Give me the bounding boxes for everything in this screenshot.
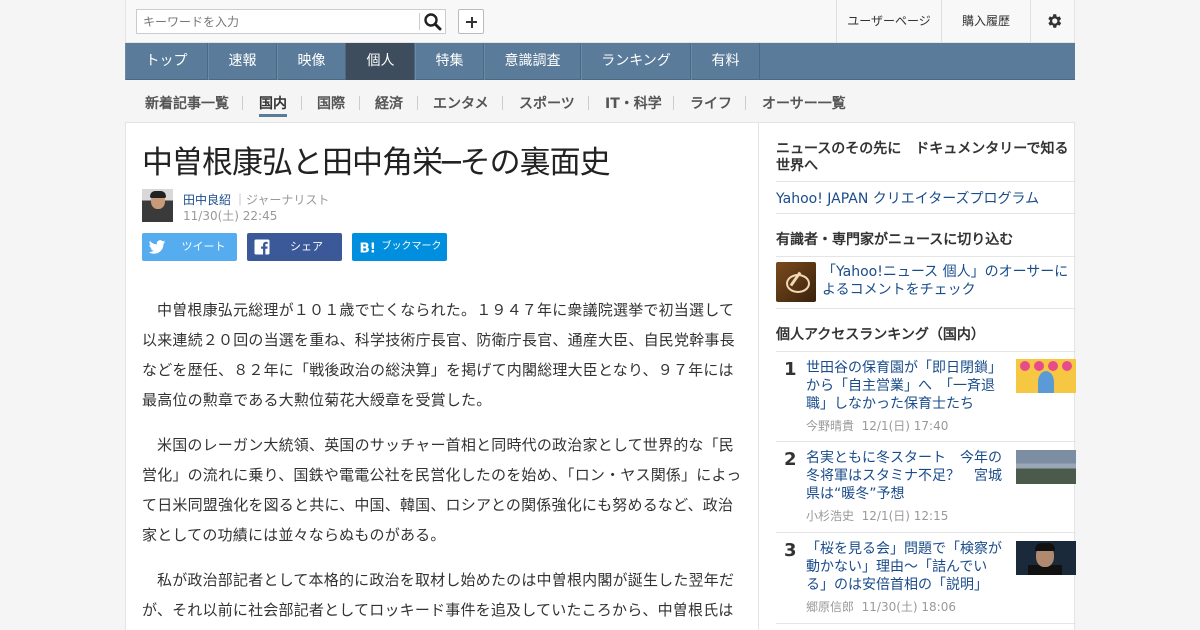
rank-number: 2	[784, 449, 797, 470]
subnav-divider	[301, 96, 302, 110]
add-button[interactable]	[458, 9, 484, 34]
author-name-link[interactable]: 田中良紹	[183, 191, 231, 208]
nav-tab-feature[interactable]: 特集	[415, 43, 484, 80]
experts-heading: 有識者・専門家がニュースに切り込む	[776, 232, 1014, 248]
nav-tab-survey[interactable]: 意識調査	[484, 43, 581, 80]
tweet-label: ツイート	[181, 240, 226, 253]
search-input[interactable]	[137, 10, 419, 33]
article-paragraph: 私が政治部記者として本格的に政治を取材し始めたのは中曽根内閣が誕生した翌年だが、…	[142, 571, 735, 619]
search-divider	[419, 13, 420, 30]
nav-tab-individual[interactable]: 個人	[346, 43, 415, 80]
subnav-divider	[417, 96, 418, 110]
share-label: シェア	[290, 240, 323, 253]
user-page-link[interactable]: ユーザーページ	[836, 0, 941, 42]
ranking-thumbnail[interactable]	[1016, 359, 1076, 393]
subnav-economy[interactable]: 経済	[375, 93, 403, 117]
nav-tab-breaking[interactable]: 速報	[208, 43, 277, 80]
divider	[776, 351, 1076, 352]
top-header: ユーザーページ 購入履歴	[125, 0, 1075, 43]
subnav-it-science[interactable]: IT・科学	[605, 93, 662, 117]
article-date: 11/30(土) 22:45	[183, 209, 278, 223]
ranking-title-link[interactable]: 名実ともに冬スタート 今年の冬将軍はスタミナ不足？ 宮城県は“暖冬”予想	[806, 449, 1006, 503]
creators-program-link[interactable]: Yahoo! JAPAN クリエイターズプログラム	[776, 188, 1076, 208]
divider	[776, 308, 1076, 309]
subnav-divider	[588, 96, 589, 110]
divider	[776, 623, 1076, 624]
ranking-thumbnail[interactable]	[1016, 450, 1076, 484]
ranking-title-link[interactable]: 世田谷の保育園が「即日閉鎖」から「自主営業」へ 「一斉退職」しなかった保育士たち	[806, 359, 1006, 413]
subnav-divider	[673, 96, 674, 110]
documentary-heading: ニュースのその先に ドキュメンタリーで知る世界へ	[776, 141, 1069, 174]
ranking-thumbnail[interactable]	[1016, 541, 1076, 575]
subnav-life[interactable]: ライフ	[690, 93, 732, 117]
subnav-sports[interactable]: スポーツ	[519, 93, 575, 117]
subnav-divider	[359, 96, 360, 110]
expert-comments-link[interactable]: 「Yahoo!ニュース 個人」のオーサーによるコメントをチェック	[822, 263, 1076, 299]
ranking-meta: 小杉浩史 12/1(日) 12:15	[806, 509, 949, 523]
subnav-divider	[502, 96, 503, 110]
article-title: 中曽根康弘と田中角栄─その裏面史	[142, 145, 611, 181]
search-icon	[424, 13, 442, 31]
divider	[776, 256, 1076, 257]
ranking-meta: 郷原信郎 11/30(土) 18:06	[806, 600, 956, 614]
bookmark-label: ブックマーク	[381, 241, 442, 252]
rank-number: 3	[784, 540, 797, 561]
subnav-divider	[745, 96, 746, 110]
facebook-share-button[interactable]: シェア	[247, 233, 342, 261]
subnav-divider	[242, 96, 243, 110]
nav-tab-ranking[interactable]: ランキング	[581, 43, 691, 80]
author-role: ｜ジャーナリスト	[234, 193, 330, 207]
settings-button[interactable]	[1030, 0, 1075, 42]
author-avatar[interactable]	[142, 189, 173, 222]
subnav-authors[interactable]: オーサー一覧	[762, 93, 846, 117]
ranking-title-link[interactable]: 「桜を見る会」問題で「検察が動かない」理由～「詰んでいる」のは安倍首相の「説明」	[806, 540, 1006, 594]
purchase-history-link[interactable]: 購入履歴	[941, 0, 1030, 42]
divider	[776, 213, 1076, 214]
search-button[interactable]	[423, 12, 443, 31]
search-box	[136, 9, 446, 34]
divider	[776, 441, 1076, 442]
main-nav: トップ 速報 映像 個人 特集 意識調査 ランキング 有料	[125, 43, 1075, 80]
article-paragraph: 米国のレーガン大統領、英国のサッチャー首相と同時代の政治家として世界的な「民営化…	[142, 436, 742, 544]
nav-tab-top[interactable]: トップ	[125, 43, 208, 80]
ranking-meta: 今野晴貴 12/1(日) 17:40	[806, 419, 949, 433]
article-paragraph: 中曽根康弘元総理が１０１歳で亡くなられた。１９４７年に衆議院選挙で初当選して以来…	[142, 301, 735, 409]
nav-tab-paid[interactable]: 有料	[691, 43, 760, 80]
rank-number: 1	[784, 359, 797, 380]
sidebar: ニュースのその先に ドキュメンタリーで知る世界へ Yahoo! JAPAN クリ…	[760, 123, 1076, 630]
ranking-heading: 個人アクセスランキング（国内）	[776, 327, 985, 343]
subnav-international[interactable]: 国際	[317, 93, 345, 117]
comment-pen-icon	[776, 262, 816, 302]
tweet-button[interactable]: ツイート	[142, 233, 237, 261]
content-area: 中曽根康弘と田中角栄─その裏面史 田中良紹 ｜ジャーナリスト 11/30(土) …	[125, 122, 1076, 630]
divider	[776, 532, 1076, 533]
divider	[776, 181, 1076, 182]
hatena-bookmark-button[interactable]: B! ブックマーク	[352, 233, 447, 261]
subnav-domestic[interactable]: 国内	[259, 93, 287, 117]
subnav-latest[interactable]: 新着記事一覧	[145, 93, 229, 117]
article: 中曽根康弘と田中角栄─その裏面史 田中良紹 ｜ジャーナリスト 11/30(土) …	[126, 123, 759, 630]
sub-nav: 新着記事一覧 国内 国際 経済 エンタメ スポーツ IT・科学 ライフ オーサー…	[125, 80, 1075, 122]
subnav-entertainment[interactable]: エンタメ	[433, 93, 489, 117]
gear-icon	[1048, 14, 1062, 28]
nav-tab-video[interactable]: 映像	[277, 43, 346, 80]
